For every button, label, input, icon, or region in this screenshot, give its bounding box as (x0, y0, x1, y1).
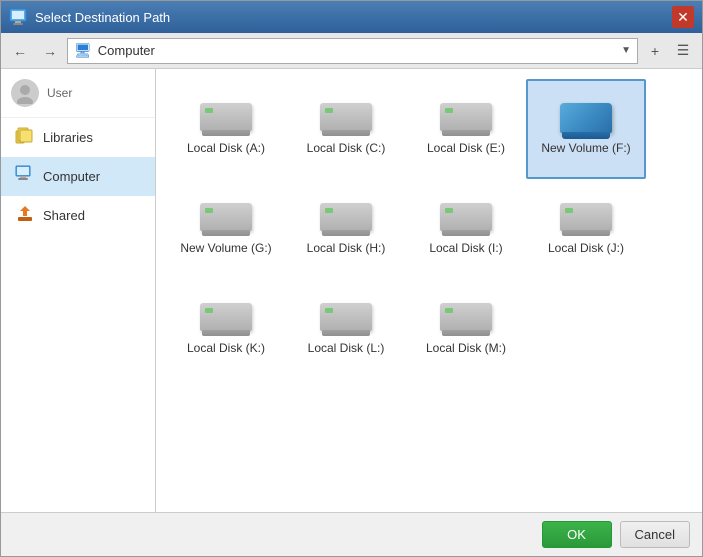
drive-h-icon (318, 203, 374, 235)
drive-h[interactable]: Local Disk (H:) (286, 179, 406, 279)
title-bar: Select Destination Path ✕ (1, 1, 702, 33)
drive-c-label: Local Disk (C:) (307, 141, 386, 155)
drive-j-label: Local Disk (J:) (548, 241, 624, 255)
sidebar-item-libraries[interactable]: Libraries (1, 118, 155, 157)
user-name: User (47, 86, 72, 100)
drive-i-label: Local Disk (I:) (429, 241, 502, 255)
sidebar-label-libraries: Libraries (43, 130, 93, 145)
shared-icon (15, 204, 35, 227)
drive-e[interactable]: Local Disk (E:) (406, 79, 526, 179)
drive-a[interactable]: Local Disk (A:) (166, 79, 286, 179)
drive-f-icon (558, 103, 614, 135)
toolbar: ← → 🖥 Computer ▼ + ☰ (1, 33, 702, 69)
drive-a-icon (198, 103, 254, 135)
drive-i[interactable]: Local Disk (I:) (406, 179, 526, 279)
drive-f-label: New Volume (F:) (541, 141, 630, 155)
drive-k[interactable]: Local Disk (K:) (166, 279, 286, 379)
drive-g-icon (198, 203, 254, 235)
drive-a-label: Local Disk (A:) (187, 141, 265, 155)
cancel-button[interactable]: Cancel (620, 521, 690, 548)
libraries-icon (15, 126, 35, 149)
drive-l-icon (318, 303, 374, 335)
sidebar-label-computer: Computer (43, 169, 100, 184)
drive-k-icon (198, 303, 254, 335)
drive-j[interactable]: Local Disk (J:) (526, 179, 646, 279)
drive-m-label: Local Disk (M:) (426, 341, 506, 355)
forward-button[interactable]: → (37, 38, 63, 64)
view-button[interactable]: ☰ (670, 38, 696, 64)
content-area: User Libraries (1, 69, 702, 512)
sidebar-item-shared[interactable]: Shared (1, 196, 155, 235)
address-computer-icon: 🖥 (74, 42, 92, 59)
sidebar-item-computer[interactable]: Computer (1, 157, 155, 196)
dialog: Select Destination Path ✕ ← → 🖥 Computer… (0, 0, 703, 557)
drive-c-icon (318, 103, 374, 135)
drive-c[interactable]: Local Disk (C:) (286, 79, 406, 179)
drive-f[interactable]: New Volume (F:) (526, 79, 646, 179)
drives-grid: Local Disk (A:) Local Disk (C:) Local Di… (166, 79, 692, 379)
drive-m-icon (438, 303, 494, 335)
main-content: Local Disk (A:) Local Disk (C:) Local Di… (156, 69, 702, 512)
drive-h-label: Local Disk (H:) (307, 241, 386, 255)
dialog-title: Select Destination Path (35, 10, 664, 25)
new-folder-button[interactable]: + (642, 38, 668, 64)
drive-l[interactable]: Local Disk (L:) (286, 279, 406, 379)
drive-k-label: Local Disk (K:) (187, 341, 265, 355)
user-avatar (11, 79, 39, 107)
toolbar-right-buttons: + ☰ (642, 38, 696, 64)
sidebar-user: User (1, 69, 155, 118)
address-text: Computer (98, 43, 615, 58)
back-button[interactable]: ← (7, 38, 33, 64)
sidebar: User Libraries (1, 69, 156, 512)
drive-g-label: New Volume (G:) (180, 241, 271, 255)
drive-j-icon (558, 203, 614, 235)
drive-g[interactable]: New Volume (G:) (166, 179, 286, 279)
sidebar-label-shared: Shared (43, 208, 85, 223)
drive-i-icon (438, 203, 494, 235)
address-dropdown-icon[interactable]: ▼ (621, 45, 631, 56)
drive-l-label: Local Disk (L:) (308, 341, 385, 355)
bottom-bar: OK Cancel (1, 512, 702, 556)
title-bar-app-icon (9, 8, 27, 26)
ok-button[interactable]: OK (542, 521, 612, 548)
close-button[interactable]: ✕ (672, 6, 694, 28)
drive-e-icon (438, 103, 494, 135)
drive-e-label: Local Disk (E:) (427, 141, 505, 155)
address-bar[interactable]: 🖥 Computer ▼ (67, 38, 638, 64)
drive-m[interactable]: Local Disk (M:) (406, 279, 526, 379)
computer-icon (15, 165, 35, 188)
